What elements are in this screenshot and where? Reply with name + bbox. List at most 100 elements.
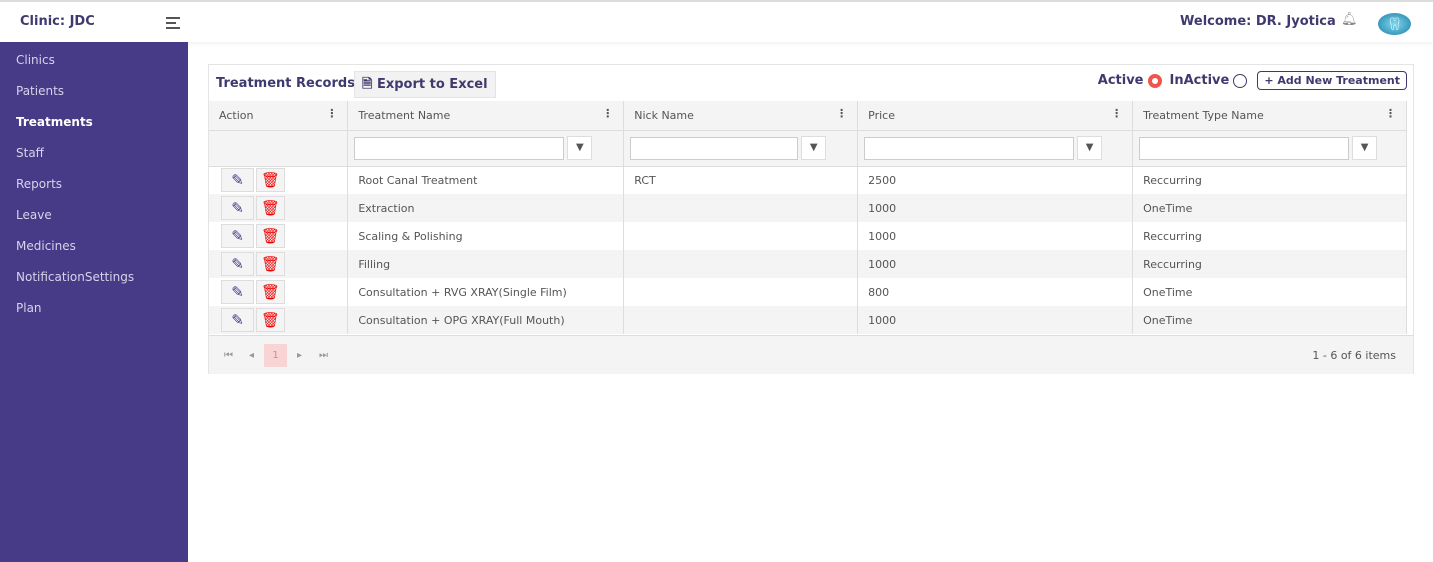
sidebar-item-reports[interactable]: Reports [0, 166, 188, 197]
filter-input[interactable] [354, 136, 565, 160]
delete-icon[interactable]: 🗑︎ [256, 196, 285, 220]
column-label: Nick Name [634, 108, 694, 122]
table-row: ✎ 🗑︎ Extraction 1000 OneTime [209, 194, 1407, 222]
treatment-type: OneTime [1132, 306, 1407, 334]
pager-info: 1 - 6 of 6 items [1312, 349, 1396, 362]
price: 1000 [857, 306, 1134, 334]
price: 2500 [857, 166, 1134, 194]
add-new-treatment-button[interactable]: + Add New Treatment [1257, 71, 1407, 90]
filter-icon[interactable]: ▼ [567, 136, 593, 160]
edit-icon[interactable]: ✎ [221, 224, 254, 248]
welcome-text: Welcome: DR. Jyotica [1180, 14, 1336, 29]
clinic-name: Clinic: JDC [20, 14, 95, 29]
delete-icon[interactable]: 🗑︎ [256, 280, 285, 304]
sidebar-item-leave[interactable]: Leave [0, 197, 188, 228]
nick-name: RCT [623, 166, 859, 194]
filter-input[interactable] [630, 136, 799, 160]
export-excel-button[interactable]: 🗎 Export to Excel [354, 71, 496, 98]
excel-icon: 🗎 [362, 77, 377, 92]
menu-toggle-icon[interactable] [166, 17, 180, 32]
treatment-name: Extraction [347, 194, 625, 222]
next-page-icon[interactable]: ▸ [297, 350, 302, 361]
column-header[interactable]: Action ⋮ [209, 101, 349, 131]
nick-name [623, 306, 859, 334]
action-cell: ✎ 🗑︎ [209, 194, 349, 222]
edit-icon[interactable]: ✎ [221, 168, 254, 193]
treatment-type: OneTime [1132, 194, 1407, 222]
edit-icon[interactable]: ✎ [221, 308, 254, 332]
column-menu-icon[interactable]: ⋮ [1385, 107, 1396, 120]
treatment-name: Filling [347, 250, 625, 278]
filter-input[interactable] [864, 136, 1075, 160]
column-header[interactable]: Nick Name ⋮ [623, 101, 859, 131]
add-label: Add New Treatment [1277, 74, 1400, 87]
sidebar-item-treatments[interactable]: Treatments [0, 104, 188, 135]
table-row: ✎ 🗑︎ Filling 1000 Reccurring [209, 250, 1407, 278]
export-label: Export to Excel [376, 77, 488, 92]
first-page-icon[interactable]: ⏮ [224, 350, 233, 361]
table-row: ✎ 🗑︎ Consultation + OPG XRAY(Full Mouth) … [209, 306, 1407, 334]
edit-icon[interactable]: ✎ [221, 280, 254, 304]
filter-cell [209, 130, 349, 167]
price: 1000 [857, 222, 1134, 250]
price: 800 [857, 278, 1134, 306]
sidebar-item-staff[interactable]: Staff [0, 135, 188, 166]
top-bar: Clinic: JDC Welcome: DR. Jyotica 🔔︎ 🦷︎ [0, 2, 1433, 42]
sidebar-item-plan[interactable]: Plan [0, 290, 188, 321]
active-radio[interactable] [1147, 73, 1162, 88]
delete-icon[interactable]: 🗑︎ [256, 168, 285, 193]
nick-name [623, 222, 859, 250]
column-label: Action [219, 108, 254, 122]
filter-input[interactable] [1139, 136, 1350, 160]
action-cell: ✎ 🗑︎ [209, 166, 349, 194]
sidebar-item-notificationsettings[interactable]: NotificationSettings [0, 259, 188, 290]
column-menu-icon[interactable]: ⋮ [602, 107, 613, 120]
treatment-type: Reccurring [1132, 166, 1407, 194]
treatment-type: Reccurring [1132, 222, 1407, 250]
edit-icon[interactable]: ✎ [221, 252, 254, 276]
last-page-icon[interactable]: ⏭ [319, 350, 328, 361]
sidebar-item-medicines[interactable]: Medicines [0, 228, 188, 259]
filter-cell: ▼ [1132, 130, 1407, 167]
column-header[interactable]: Treatment Type Name ⋮ [1132, 101, 1407, 131]
delete-icon[interactable]: 🗑︎ [256, 308, 285, 332]
treatment-name: Consultation + OPG XRAY(Full Mouth) [347, 306, 625, 334]
action-cell: ✎ 🗑︎ [209, 306, 349, 334]
edit-icon[interactable]: ✎ [221, 196, 254, 220]
pager: ⏮ ◂ 1 ▸ ⏭ 1 - 6 of 6 items [209, 335, 1413, 374]
sidebar: Clinics Patients Treatments Staff Reports Lea… [0, 42, 188, 562]
column-menu-icon[interactable]: ⋮ [326, 107, 337, 120]
prev-page-icon[interactable]: ◂ [249, 350, 254, 361]
table-row: ✎ 🗑︎ Consultation + RVG XRAY(Single Film)… [209, 278, 1407, 306]
treatments-table: Action ⋮ Treatment Name ⋮ Nick Name ⋮ Price ⋮ Tr… [209, 101, 1407, 334]
filter-cell: ▼ [623, 130, 859, 167]
treatment-name: Root Canal Treatment [347, 166, 625, 194]
table-row: ✎ 🗑︎ Root Canal Treatment RCT 2500 Reccur… [209, 166, 1407, 194]
column-label: Price [868, 108, 895, 122]
price: 1000 [857, 194, 1134, 222]
avatar[interactable]: 🦷︎ [1378, 13, 1411, 35]
nick-name [623, 278, 859, 306]
action-cell: ✎ 🗑︎ [209, 250, 349, 278]
delete-icon[interactable]: 🗑︎ [256, 252, 285, 276]
column-label: Treatment Type Name [1143, 108, 1264, 122]
panel-title: Treatment Records [216, 76, 355, 91]
action-cell: ✎ 🗑︎ [209, 222, 349, 250]
sidebar-item-clinics[interactable]: Clinics [0, 42, 188, 73]
filter-icon[interactable]: ▼ [1077, 136, 1103, 160]
column-menu-icon[interactable]: ⋮ [1111, 107, 1122, 120]
nick-name [623, 250, 859, 278]
sidebar-item-patients[interactable]: Patients [0, 73, 188, 104]
column-menu-icon[interactable]: ⋮ [836, 107, 847, 120]
column-header[interactable]: Treatment Name ⋮ [347, 101, 625, 131]
bell-icon[interactable]: 🔔︎ [1341, 12, 1358, 27]
treatment-records-panel: Treatment Records 🗎 Export to Excel Acti… [208, 64, 1414, 374]
page-1-button[interactable]: 1 [264, 344, 287, 367]
column-header[interactable]: Price ⋮ [857, 101, 1134, 131]
filter-icon[interactable]: ▼ [1352, 136, 1378, 160]
nick-name [623, 194, 859, 222]
delete-icon[interactable]: 🗑︎ [256, 224, 285, 248]
filter-cell: ▼ [347, 130, 625, 167]
inactive-radio[interactable] [1233, 73, 1248, 88]
filter-icon[interactable]: ▼ [801, 136, 827, 160]
